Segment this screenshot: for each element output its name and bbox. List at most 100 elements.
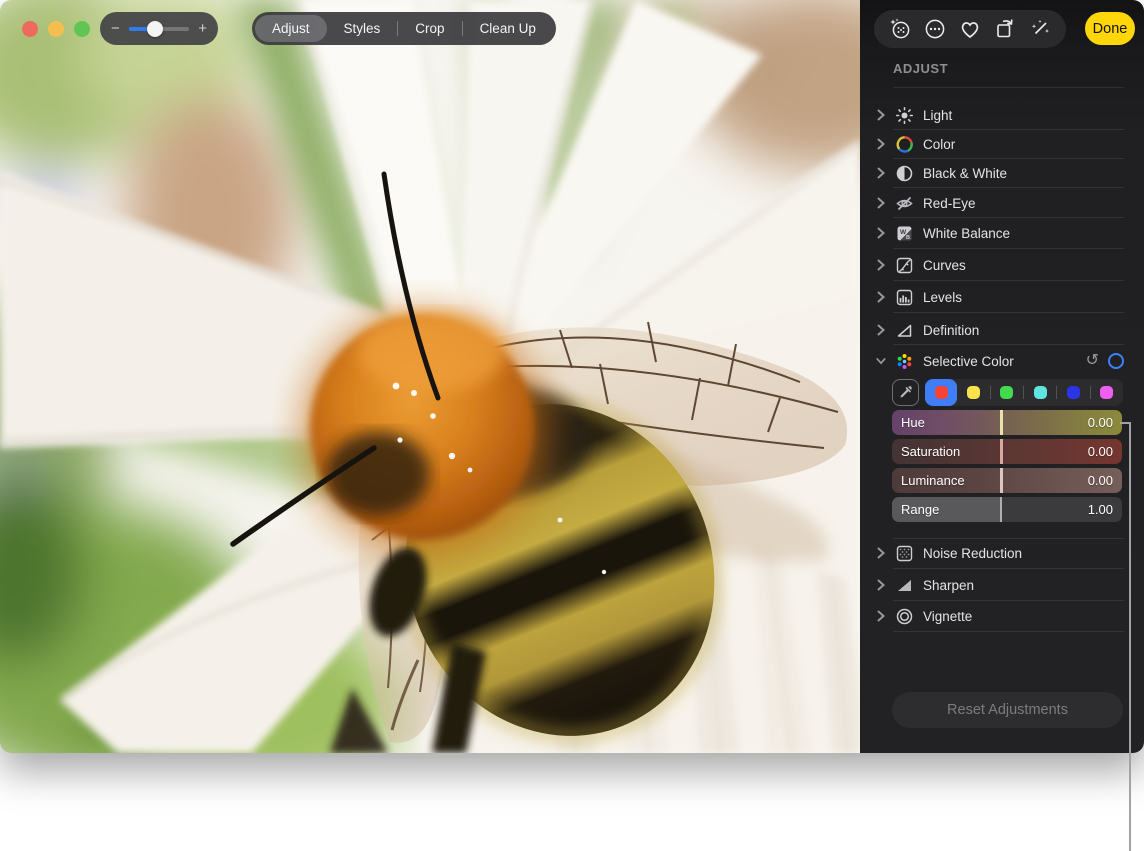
tab-adjust[interactable]: Adjust (255, 15, 327, 42)
favorite-heart-icon[interactable] (958, 17, 982, 41)
slider-value: 1.00 (1088, 502, 1113, 517)
sidebar-item-red-eye[interactable]: Red-Eye (876, 189, 1124, 217)
separator (893, 312, 1124, 313)
zoom-in-plus[interactable]: + (198, 21, 207, 36)
definition-icon (895, 321, 914, 340)
slider-label: Hue (901, 415, 925, 430)
undo-icon[interactable]: ↺ (1086, 353, 1099, 369)
slider-marker[interactable] (1000, 468, 1003, 493)
chevron-right-icon[interactable] (876, 579, 886, 591)
separator (893, 280, 1124, 281)
swatch-green[interactable] (991, 379, 1023, 406)
slider-value: 0.00 (1088, 473, 1113, 488)
edit-mode-segmented-control: Adjust Styles Crop Clean Up (252, 12, 556, 45)
sidebar-item-label: Sharpen (923, 578, 974, 593)
adjustment-enabled-toggle[interactable] (1108, 353, 1124, 369)
sidebar-item-light[interactable]: Light (876, 101, 1124, 129)
window-minimize-button[interactable] (48, 21, 64, 37)
sidebar-item-label: Selective Color (923, 354, 1014, 369)
toolbar-icon-group (874, 10, 1066, 48)
levels-icon (895, 288, 914, 307)
sidebar-item-label: Curves (923, 258, 966, 273)
chevron-right-icon[interactable] (876, 167, 886, 179)
svg-text:B: B (906, 235, 910, 241)
swatch-cyan[interactable] (1024, 379, 1056, 406)
slider-marker[interactable] (1000, 410, 1003, 435)
range-slider[interactable]: Range 1.00 (892, 497, 1122, 522)
adjust-panel-header: ADJUST (893, 61, 948, 76)
blue-swatch-dot (1067, 386, 1080, 399)
sidebar-item-noise-reduction[interactable]: Noise Reduction (876, 539, 1124, 567)
chevron-right-icon[interactable] (876, 547, 886, 559)
slider-label: Range (901, 502, 939, 517)
window-close-button[interactable] (22, 21, 38, 37)
window-zoom-button[interactable] (74, 21, 90, 37)
zoom-slider-track[interactable] (129, 27, 189, 31)
chevron-right-icon[interactable] (876, 610, 886, 622)
sidebar-item-black-white[interactable]: Black & White (876, 159, 1124, 187)
more-circle-icon[interactable] (923, 17, 947, 41)
sidebar-item-color[interactable]: Color (876, 130, 1124, 158)
red-eye-icon (895, 194, 914, 213)
slider-value: 0.00 (1088, 415, 1113, 430)
hue-slider[interactable]: Hue 0.00 (892, 410, 1122, 435)
reset-adjustments-button[interactable]: Reset Adjustments (892, 692, 1123, 728)
slider-marker[interactable] (1000, 497, 1002, 522)
photo-bee-on-flower: − + Adjust Styles Crop Clean Up (0, 0, 860, 753)
sidebar-item-levels[interactable]: Levels (876, 283, 1124, 311)
luminance-slider[interactable]: Luminance 0.00 (892, 468, 1122, 493)
sidebar-item-label: Color (923, 137, 955, 152)
sidebar-item-label: Red-Eye (923, 196, 976, 211)
auto-enhance-wand-icon[interactable] (1028, 17, 1052, 41)
swatch-magenta[interactable] (1091, 379, 1123, 406)
magenta-swatch-dot (1100, 386, 1113, 399)
yellow-swatch-dot (967, 386, 980, 399)
screenshot-stage: − + Adjust Styles Crop Clean Up (0, 0, 1144, 851)
swatch-red[interactable] (925, 379, 957, 406)
slider-label: Luminance (901, 473, 965, 488)
sidebar-item-sharpen[interactable]: Sharpen (876, 571, 1124, 599)
zoom-slider-knob[interactable] (147, 21, 163, 37)
chevron-right-icon[interactable] (876, 324, 886, 336)
eyedropper-button[interactable] (892, 379, 919, 406)
done-button[interactable]: Done (1085, 12, 1135, 45)
sidebar-item-curves[interactable]: Curves (876, 251, 1124, 279)
chevron-right-icon[interactable] (876, 197, 886, 209)
zoom-out-minus[interactable]: − (111, 21, 120, 36)
tab-crop[interactable]: Crop (398, 15, 461, 42)
rotate-icon[interactable] (993, 17, 1017, 41)
white-balance-icon: WB (895, 224, 914, 243)
adjust-sidebar: Done ADJUST Light Color Black & White (860, 0, 1144, 753)
chevron-right-icon[interactable] (876, 259, 886, 271)
color-swatch-strip (925, 379, 1123, 406)
sidebar-item-definition[interactable]: Definition (876, 316, 1124, 344)
slider-label: Saturation (901, 444, 960, 459)
swatch-blue[interactable] (1057, 379, 1089, 406)
swatch-yellow[interactable] (957, 379, 989, 406)
separator (893, 217, 1124, 218)
curves-icon (895, 256, 914, 275)
chevron-right-icon[interactable] (876, 291, 886, 303)
green-swatch-dot (1000, 386, 1013, 399)
photo-zoom-slider[interactable]: − + (100, 12, 218, 45)
chevron-right-icon[interactable] (876, 138, 886, 150)
sparkle-grid-icon[interactable] (888, 17, 912, 41)
sharpen-icon (895, 576, 914, 595)
noise-reduction-icon (895, 544, 914, 563)
separator (893, 568, 1124, 569)
tab-styles[interactable]: Styles (327, 15, 398, 42)
sidebar-item-vignette[interactable]: Vignette (876, 602, 1124, 630)
bee-photo-illustration (0, 0, 860, 753)
saturation-slider[interactable]: Saturation 0.00 (892, 439, 1122, 464)
chevron-right-icon[interactable] (876, 227, 886, 239)
chevron-right-icon[interactable] (876, 109, 886, 121)
slider-marker[interactable] (1000, 439, 1003, 464)
tab-clean-up[interactable]: Clean Up (463, 15, 553, 42)
chevron-down-icon[interactable] (876, 357, 886, 365)
sidebar-item-label: Vignette (923, 609, 972, 624)
separator (893, 631, 1124, 632)
sidebar-item-white-balance[interactable]: WB White Balance (876, 219, 1124, 247)
sidebar-item-label: Noise Reduction (923, 546, 1022, 561)
separator (893, 600, 1124, 601)
sidebar-item-selective-color[interactable]: Selective Color ↺ (876, 347, 1124, 375)
